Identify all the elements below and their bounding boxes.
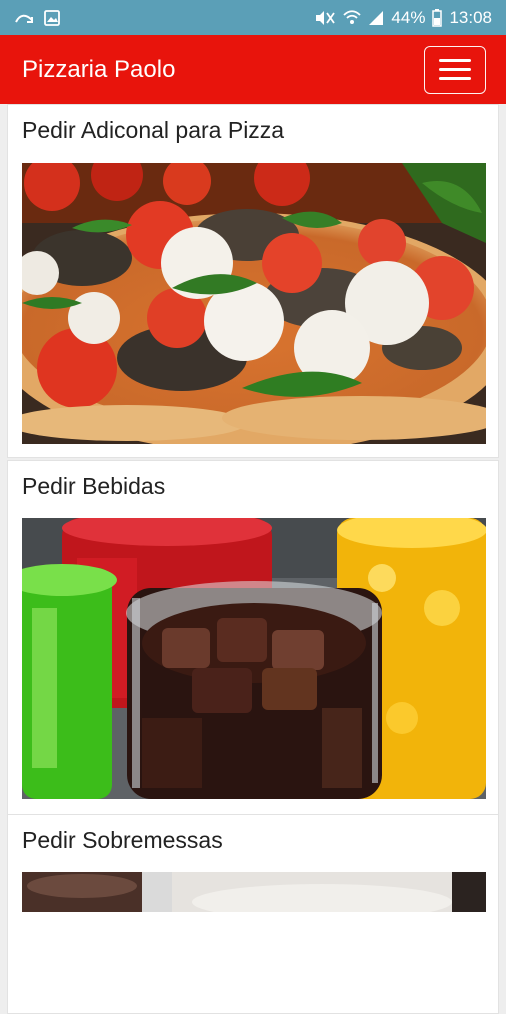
wifi-icon: [343, 9, 362, 26]
card-title: Pedir Bebidas: [22, 473, 166, 499]
menu-toggle-button[interactable]: [424, 45, 486, 94]
card-pizza-addons[interactable]: Pedir Adiconal para Pizza: [7, 104, 499, 458]
hamburger-menu-icon: [439, 59, 471, 62]
mute-icon: [314, 10, 336, 26]
card-title: Pedir Sobremessas: [22, 827, 223, 853]
navbar: Pizzaria Paolo: [0, 35, 506, 104]
pizza-photo[interactable]: [22, 163, 486, 444]
card-desserts[interactable]: Pedir Sobremessas: [7, 814, 499, 1014]
dessert-photo[interactable]: [22, 872, 486, 912]
drinks-photo[interactable]: [22, 518, 486, 799]
status-bar: 44% 13:08: [0, 0, 506, 35]
image-icon: [44, 9, 60, 26]
card-drinks[interactable]: Pedir Bebidas: [7, 460, 499, 815]
battery-percent: 44%: [391, 7, 426, 27]
missed-call-icon: [14, 10, 34, 26]
card-title: Pedir Adiconal para Pizza: [22, 117, 285, 143]
clock: 13:08: [449, 7, 492, 27]
signal-icon: [368, 10, 384, 26]
battery-icon: [432, 8, 443, 27]
brand-title[interactable]: Pizzaria Paolo: [22, 56, 175, 84]
